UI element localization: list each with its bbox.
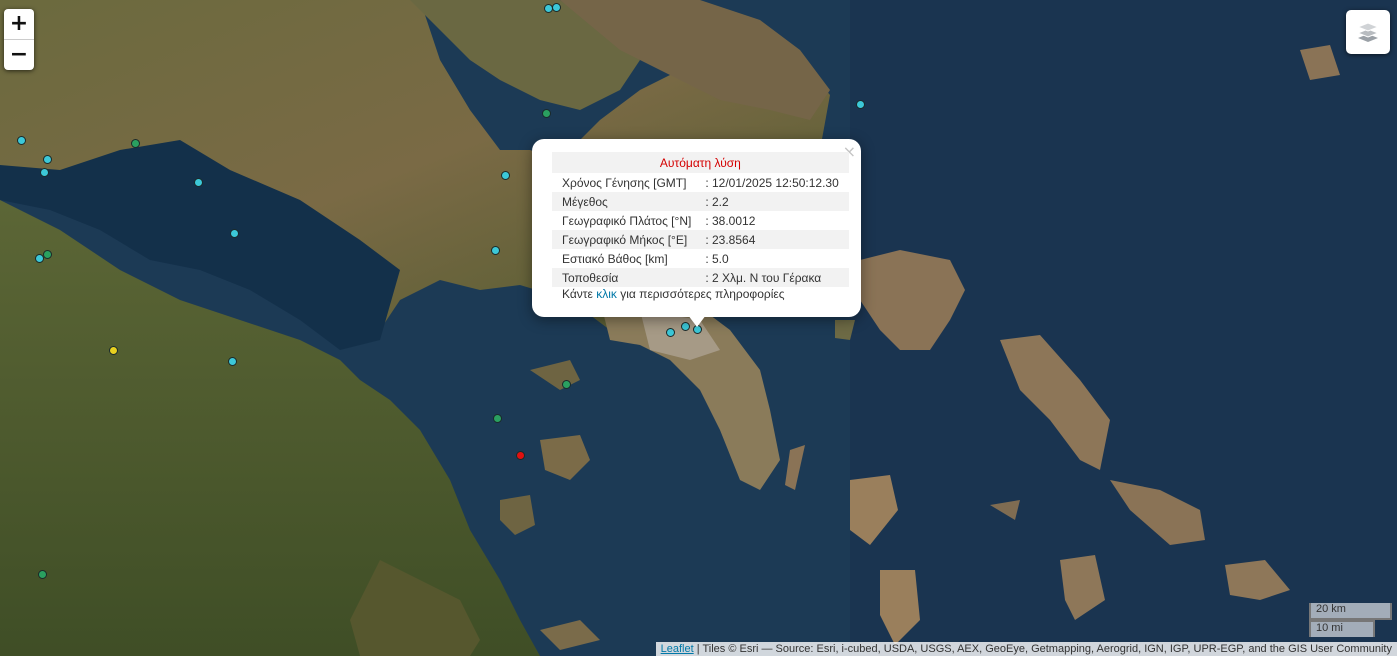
attribution-text: | Tiles © Esri — Source: Esri, i-cubed, … <box>693 643 1392 655</box>
earthquake-marker[interactable] <box>227 356 237 366</box>
popup-tip <box>688 315 706 327</box>
scale-mi: 10 mi <box>1309 620 1375 637</box>
table-row: Γεωγραφικό Μήκος [°E]: 23.8564 <box>552 230 849 249</box>
layers-button[interactable] <box>1346 10 1390 54</box>
row-label: Χρόνος Γένησης [GMT] <box>562 175 687 190</box>
earthquake-marker[interactable] <box>229 228 239 238</box>
table-row: Μέγεθος: 2.2 <box>552 192 849 211</box>
earthquake-marker[interactable] <box>37 569 47 579</box>
earthquake-marker[interactable] <box>34 253 44 263</box>
earthquake-marker[interactable] <box>500 170 510 180</box>
earthquake-marker[interactable] <box>108 345 118 355</box>
row-label: Εστιακό Βάθος [km] <box>562 251 668 266</box>
map-canvas[interactable] <box>0 0 1397 656</box>
row-value: : 12/01/2025 12:50:12.30 <box>705 175 839 190</box>
attribution: Leaflet | Tiles © Esri — Source: Esri, i… <box>655 642 1397 656</box>
earthquake-marker[interactable] <box>561 379 571 389</box>
popup-title: Αυτόματη λύση <box>552 152 849 173</box>
earthquake-marker[interactable] <box>39 167 49 177</box>
scale-km: 20 km <box>1309 603 1392 620</box>
layers-icon <box>1356 22 1380 42</box>
more-info-suffix: για περισσότερες πληροφορίες <box>616 287 785 301</box>
earthquake-marker[interactable] <box>515 450 525 460</box>
row-label: Τοποθεσία <box>552 268 702 287</box>
earthquake-marker[interactable] <box>16 135 26 145</box>
more-info-text: Κάντε κλικ για περισσότερες πληροφορίες <box>562 287 785 301</box>
row-label: Γεωγραφικό Πλάτος [°N] <box>562 213 692 228</box>
earthquake-marker[interactable] <box>492 413 502 423</box>
leaflet-link[interactable]: Leaflet <box>661 643 694 655</box>
earthquake-marker[interactable] <box>130 138 140 148</box>
earthquake-marker[interactable] <box>665 327 675 337</box>
more-info-prefix: Κάντε <box>562 287 597 301</box>
event-details-table: Αυτόματη λύση Χρόνος Γένησης [GMT] : 12/0… <box>552 152 849 287</box>
row-value: : 5.0 <box>705 251 729 266</box>
earthquake-marker[interactable] <box>541 108 551 118</box>
table-row: Τοποθεσία: 2 Χλμ. Ν του Γέρακα <box>552 268 849 287</box>
row-label: Μέγεθος <box>552 192 702 211</box>
row-value: : 2.2 <box>701 192 849 211</box>
earthquake-marker[interactable] <box>42 249 52 259</box>
earthquake-popup: × Αυτόματη λύση Χρόνος Γένησης [GMT]: 12… <box>532 139 861 327</box>
earthquake-marker[interactable] <box>855 99 865 109</box>
table-row: Χρόνος Γένησης [GMT] : 12/01/2025 12:50:1… <box>552 173 849 192</box>
zoom-out-button[interactable]: − <box>4 39 34 70</box>
earthquake-marker[interactable] <box>193 177 203 187</box>
row-value: : 38.0012 <box>705 213 756 228</box>
earthquake-marker[interactable] <box>490 245 500 255</box>
row-value: : 23.8564 <box>701 230 849 249</box>
zoom-in-button[interactable]: + <box>4 9 34 39</box>
more-info-link[interactable]: κλικ <box>596 287 617 301</box>
zoom-control: + − <box>4 9 34 70</box>
table-row: Γεωγραφικό Πλάτος [°N] : 38.0012 <box>552 211 849 230</box>
earthquake-marker[interactable] <box>42 154 52 164</box>
table-row: Εστιακό Βάθος [km] : 5.0 <box>552 249 849 268</box>
row-value: : 2 Χλμ. Ν του Γέρακα <box>701 268 849 287</box>
row-label: Γεωγραφικό Μήκος [°E] <box>552 230 702 249</box>
earthquake-marker[interactable] <box>551 2 561 12</box>
